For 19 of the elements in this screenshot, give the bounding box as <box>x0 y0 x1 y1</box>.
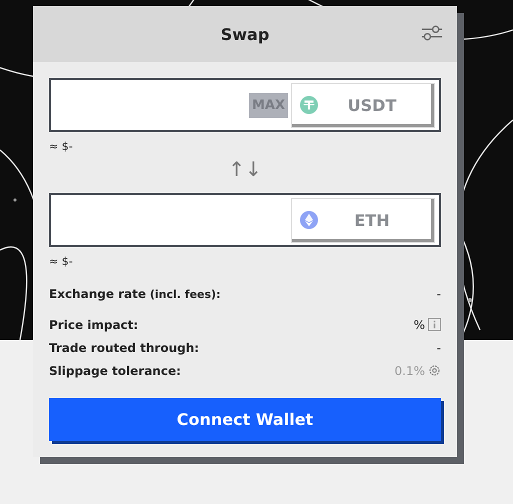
detail-value: - <box>436 286 441 300</box>
detail-value: % <box>414 318 425 332</box>
settings-icon[interactable] <box>421 23 443 43</box>
connect-wallet-button[interactable]: Connect Wallet <box>49 398 441 441</box>
switch-button[interactable]: ↑↓ <box>225 157 265 181</box>
detail-value: - <box>436 340 441 354</box>
settings-icon[interactable] <box>428 364 441 377</box>
token-button[interactable]: USDT <box>291 82 435 128</box>
usd-value: ≈ $- <box>49 140 74 153</box>
info-icon[interactable] <box>428 318 441 331</box>
detail-label: Exchange rate (incl. fees): <box>49 286 220 300</box>
usd-value: ≈ $- <box>49 255 74 268</box>
card-title: Swap <box>220 24 270 44</box>
detail-label: Price impact: <box>49 318 138 332</box>
detail-label: Slippage tolerance: <box>49 364 181 378</box>
amount-field[interactable]: ETH <box>49 193 441 247</box>
detail-value: 0.1% <box>394 364 425 378</box>
token-button[interactable]: ETH <box>291 198 435 242</box>
detail-label: Trade routed through: <box>49 340 200 354</box>
